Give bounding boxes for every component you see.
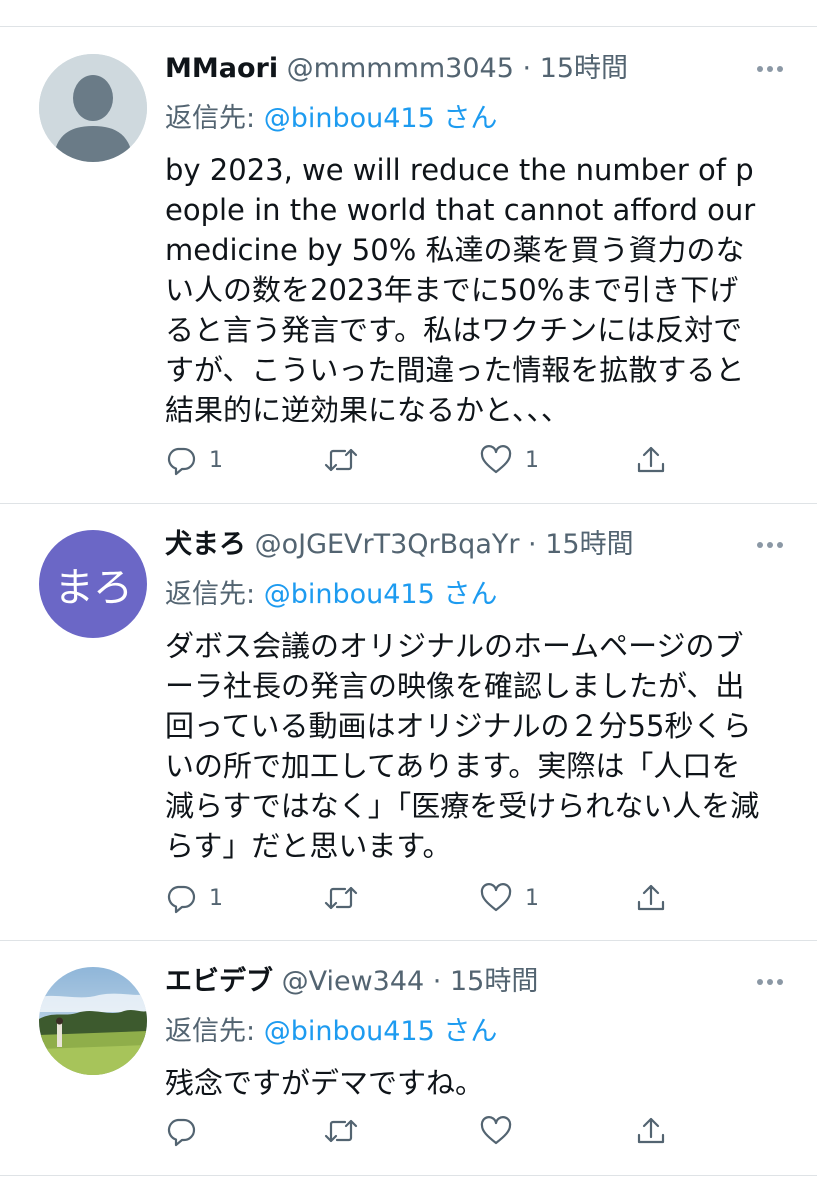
tweet-actions: 1 1 xyxy=(165,440,685,480)
tweet[interactable]: エビデブ @View344 · 15時間 返信先: @binbou415 さん … xyxy=(0,941,817,1175)
retweet-icon xyxy=(324,886,358,910)
retweet-icon xyxy=(324,1119,358,1143)
retweet-button[interactable] xyxy=(323,440,371,480)
timestamp[interactable]: 15時間 xyxy=(540,53,628,84)
display-name[interactable]: エビデブ xyxy=(165,966,273,997)
reply-to-link[interactable]: @binbou415 さん xyxy=(264,1016,498,1047)
reply-button[interactable] xyxy=(165,1111,209,1151)
reply-button[interactable]: 1 xyxy=(165,440,223,480)
tweet[interactable]: まろ 犬まろ @oJGEVrT3QrBqaYr · 15時間 返信先: @bin… xyxy=(0,504,817,940)
heart-icon xyxy=(480,883,512,912)
display-name[interactable]: 犬まろ xyxy=(165,529,246,560)
like-count: 1 xyxy=(525,447,539,473)
timestamp[interactable]: 15時間 xyxy=(450,966,538,997)
default-profile-icon xyxy=(39,54,147,162)
reply-count: 1 xyxy=(209,447,223,473)
tweet-text: by 2023, we will reduce the number of pe… xyxy=(165,153,765,427)
retweet-button[interactable] xyxy=(323,878,371,918)
dot-icon xyxy=(757,979,763,985)
display-name[interactable]: MMaori xyxy=(165,53,278,84)
tweet-header: エビデブ @View344 · 15時間 xyxy=(165,963,538,1001)
avatar[interactable] xyxy=(39,967,147,1075)
avatar[interactable] xyxy=(39,54,147,162)
retweet-button[interactable] xyxy=(323,1111,371,1151)
more-options-button[interactable] xyxy=(745,530,795,560)
reply-to-label: 返信先: xyxy=(165,579,264,610)
separator-dot: · xyxy=(528,529,537,560)
reply-icon xyxy=(167,1118,196,1147)
user-handle[interactable]: @oJGEVrT3QrBqaYr xyxy=(255,529,520,560)
reply-icon xyxy=(167,885,196,914)
more-options-button[interactable] xyxy=(745,967,795,997)
avatar-initials: まろ xyxy=(54,565,133,611)
reply-to-line: 返信先: @binbou415 さん xyxy=(165,1013,497,1051)
dot-icon xyxy=(767,979,773,985)
share-icon xyxy=(637,446,665,473)
like-button[interactable]: 1 xyxy=(479,878,539,918)
reply-to-line: 返信先: @binbou415 さん xyxy=(165,100,497,138)
share-icon xyxy=(637,1117,665,1144)
timestamp[interactable]: 15時間 xyxy=(545,529,633,560)
share-button[interactable] xyxy=(635,1111,667,1151)
dot-icon xyxy=(777,66,783,72)
heart-icon xyxy=(480,445,512,474)
dot-icon xyxy=(767,66,773,72)
reply-to-link[interactable]: @binbou415 さん xyxy=(264,579,498,610)
dot-icon xyxy=(777,542,783,548)
dot-icon xyxy=(767,542,773,548)
reply-button[interactable]: 1 xyxy=(165,878,223,918)
separator-dot: · xyxy=(432,966,442,997)
tweet-actions: 1 1 xyxy=(165,878,685,918)
avatar[interactable]: まろ xyxy=(39,530,147,638)
tweet-text: ダボス会議のオリジナルのホームページのブーラ社長の発言の映像を確認しましたが、出… xyxy=(165,629,760,863)
dot-icon xyxy=(777,979,783,985)
tweet[interactable]: MMaori @mmmmm3045 · 15時間 返信先: @binbou415… xyxy=(0,28,817,503)
like-count: 1 xyxy=(525,885,539,911)
user-handle[interactable]: @View344 xyxy=(282,966,425,997)
golf-photo xyxy=(39,967,147,1075)
share-icon xyxy=(637,884,665,911)
tweet-header: MMaori @mmmmm3045 · 15時間 xyxy=(165,50,628,88)
tweet-text: 残念ですがデマですね。 xyxy=(165,1066,485,1100)
separator-dot: · xyxy=(522,53,532,84)
reply-to-label: 返信先: xyxy=(165,103,264,134)
share-button[interactable] xyxy=(635,878,667,918)
reply-count: 1 xyxy=(209,885,223,911)
dot-icon xyxy=(757,542,763,548)
reply-to-link[interactable]: @binbou415 さん xyxy=(264,103,498,134)
reply-to-label: 返信先: xyxy=(165,1016,264,1047)
dot-icon xyxy=(757,66,763,72)
like-button[interactable] xyxy=(479,1111,525,1151)
top-divider xyxy=(0,26,817,27)
tweet-divider xyxy=(0,1175,817,1176)
share-button[interactable] xyxy=(635,440,667,480)
retweet-icon xyxy=(324,448,358,472)
tweet-header: 犬まろ @oJGEVrT3QrBqaYr · 15時間 xyxy=(165,526,634,564)
reply-icon xyxy=(167,447,196,476)
user-handle[interactable]: @mmmmm3045 xyxy=(287,53,514,84)
like-button[interactable]: 1 xyxy=(479,440,539,480)
more-options-button[interactable] xyxy=(745,54,795,84)
tweet-actions xyxy=(165,1111,685,1151)
reply-to-line: 返信先: @binbou415 さん xyxy=(165,576,497,614)
heart-icon xyxy=(480,1116,512,1145)
